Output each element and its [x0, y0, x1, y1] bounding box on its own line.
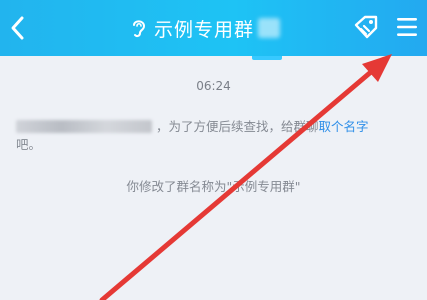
- tag-icon[interactable]: [352, 13, 382, 43]
- system-message-tail: 吧。: [16, 137, 42, 152]
- blurred-title-suffix: [258, 18, 281, 38]
- system-message-text: ，为了方便后续查找，给群聊: [156, 119, 319, 134]
- chat-header: 示例专用群: [0, 0, 427, 56]
- menu-icon[interactable]: [395, 15, 419, 39]
- group-title-text: 示例专用群: [154, 18, 255, 41]
- name-group-link[interactable]: 取个名字: [319, 119, 369, 134]
- system-message: ，为了方便后续查找，给群聊取个名字 吧。: [16, 118, 396, 154]
- chevron-left-icon[interactable]: [6, 12, 30, 44]
- chat-area: 06:24 ，为了方便后续查找，给群聊取个名字 吧。 你修改了群名称为"示例专用…: [0, 56, 427, 300]
- message-timestamp: 06:24: [196, 79, 231, 93]
- blurred-member-names: [16, 120, 152, 133]
- group-title[interactable]: 示例专用群: [130, 11, 281, 45]
- rename-notice: 你修改了群名称为"示例专用群": [126, 179, 301, 194]
- ear-icon: [133, 20, 146, 38]
